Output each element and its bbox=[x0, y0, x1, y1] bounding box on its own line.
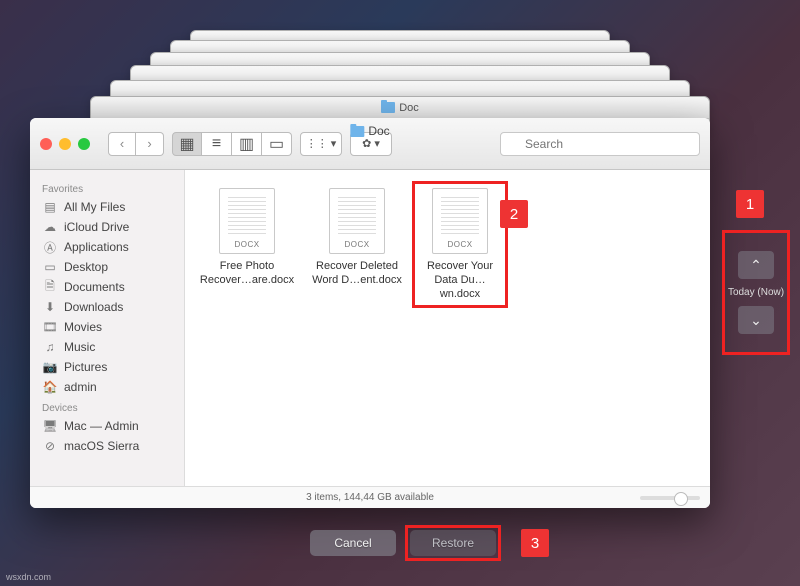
file-name: Free Photo Recover…are.docx bbox=[199, 260, 295, 288]
downloads-icon: ⬇ bbox=[42, 300, 58, 314]
watermark: wsxdn.com bbox=[6, 572, 51, 582]
stack-window-title: Doc bbox=[399, 102, 419, 114]
sidebar-header-devices: Devices bbox=[30, 397, 184, 416]
folder-icon bbox=[381, 102, 395, 113]
folder-icon bbox=[350, 126, 364, 137]
file-grid: DOCX Free Photo Recover…are.docx DOCX Re… bbox=[185, 170, 710, 486]
sidebar-item-downloads[interactable]: ⬇Downloads bbox=[30, 297, 184, 317]
forward-button[interactable]: › bbox=[136, 132, 164, 156]
pictures-icon: 📷 bbox=[42, 360, 58, 374]
cloud-icon: ☁ bbox=[42, 220, 58, 234]
view-list-button[interactable]: ≡ bbox=[202, 132, 232, 156]
view-coverflow-button[interactable]: ▭ bbox=[262, 132, 292, 156]
icon-size-slider[interactable] bbox=[640, 496, 700, 500]
minimize-window-button[interactable] bbox=[59, 138, 71, 150]
computer-icon: 🖥 bbox=[42, 419, 58, 433]
movies-icon: 🎞 bbox=[42, 320, 58, 334]
apps-icon: Ⓐ bbox=[42, 240, 58, 254]
window-title: Doc bbox=[350, 124, 389, 138]
close-window-button[interactable] bbox=[40, 138, 52, 150]
desktop-icon: ▭ bbox=[42, 260, 58, 274]
finder-window: ‹ › ▦ ≡ ▥ ▭ ⋮⋮ ▾ ✿ ▾ Doc 🔍 Favorites ▤Al… bbox=[30, 118, 710, 508]
file-item[interactable]: DOCX Recover Deleted Word D…ent.docx bbox=[309, 188, 405, 288]
sidebar-item-music[interactable]: ♫Music bbox=[30, 337, 184, 357]
restore-button[interactable]: Restore bbox=[410, 530, 496, 556]
sidebar-item-mac[interactable]: 🖥Mac — Admin bbox=[30, 416, 184, 436]
cancel-button[interactable]: Cancel bbox=[310, 530, 396, 556]
file-item-selected[interactable]: DOCX Recover Your Data Du…wn.docx bbox=[412, 181, 508, 308]
callout-2: 2 bbox=[500, 200, 528, 228]
documents-icon: 🗎 bbox=[42, 280, 58, 294]
sidebar-item-movies[interactable]: 🎞Movies bbox=[30, 317, 184, 337]
sidebar-item-disk[interactable]: ⊘macOS Sierra bbox=[30, 436, 184, 456]
view-columns-button[interactable]: ▥ bbox=[232, 132, 262, 156]
file-item[interactable]: DOCX Free Photo Recover…are.docx bbox=[199, 188, 295, 288]
timeline-forward-button[interactable]: ⌄ bbox=[738, 306, 774, 334]
callout-3: 3 bbox=[521, 529, 549, 557]
file-name: Recover Deleted Word D…ent.docx bbox=[309, 260, 405, 288]
arrange-menu-button[interactable]: ⋮⋮ ▾ bbox=[300, 132, 342, 156]
sidebar-item-documents[interactable]: 🗎Documents bbox=[30, 277, 184, 297]
docx-file-icon: DOCX bbox=[329, 188, 385, 254]
timeline-label: Today (Now) bbox=[728, 287, 784, 298]
window-title-text: Doc bbox=[368, 124, 389, 138]
music-icon: ♫ bbox=[42, 340, 58, 354]
callout-1: 1 bbox=[736, 190, 764, 218]
sidebar-item-desktop[interactable]: ▭Desktop bbox=[30, 257, 184, 277]
timeline-panel: ⌃ Today (Now) ⌄ bbox=[722, 230, 790, 355]
view-icons-button[interactable]: ▦ bbox=[172, 132, 202, 156]
docx-file-icon: DOCX bbox=[432, 188, 488, 254]
home-icon: 🏠 bbox=[42, 380, 58, 394]
search-input[interactable] bbox=[500, 132, 700, 156]
sidebar: Favorites ▤All My Files ☁iCloud Drive ⒶA… bbox=[30, 170, 185, 486]
sidebar-item-all-files[interactable]: ▤All My Files bbox=[30, 197, 184, 217]
sidebar-item-applications[interactable]: ⒶApplications bbox=[30, 237, 184, 257]
sidebar-item-icloud[interactable]: ☁iCloud Drive bbox=[30, 217, 184, 237]
status-bar: 3 items, 144,44 GB available bbox=[30, 486, 710, 508]
sidebar-header-favorites: Favorites bbox=[30, 178, 184, 197]
disk-icon: ⊘ bbox=[42, 439, 58, 453]
timeline-back-button[interactable]: ⌃ bbox=[738, 251, 774, 279]
titlebar: ‹ › ▦ ≡ ▥ ▭ ⋮⋮ ▾ ✿ ▾ Doc 🔍 bbox=[30, 118, 710, 170]
docx-file-icon: DOCX bbox=[219, 188, 275, 254]
sidebar-item-home[interactable]: 🏠admin bbox=[30, 377, 184, 397]
file-name: Recover Your Data Du…wn.docx bbox=[419, 260, 501, 301]
window-controls bbox=[40, 138, 90, 150]
sidebar-item-pictures[interactable]: 📷Pictures bbox=[30, 357, 184, 377]
maximize-window-button[interactable] bbox=[78, 138, 90, 150]
back-button[interactable]: ‹ bbox=[108, 132, 136, 156]
all-files-icon: ▤ bbox=[42, 200, 58, 214]
status-text: 3 items, 144,44 GB available bbox=[306, 492, 434, 503]
